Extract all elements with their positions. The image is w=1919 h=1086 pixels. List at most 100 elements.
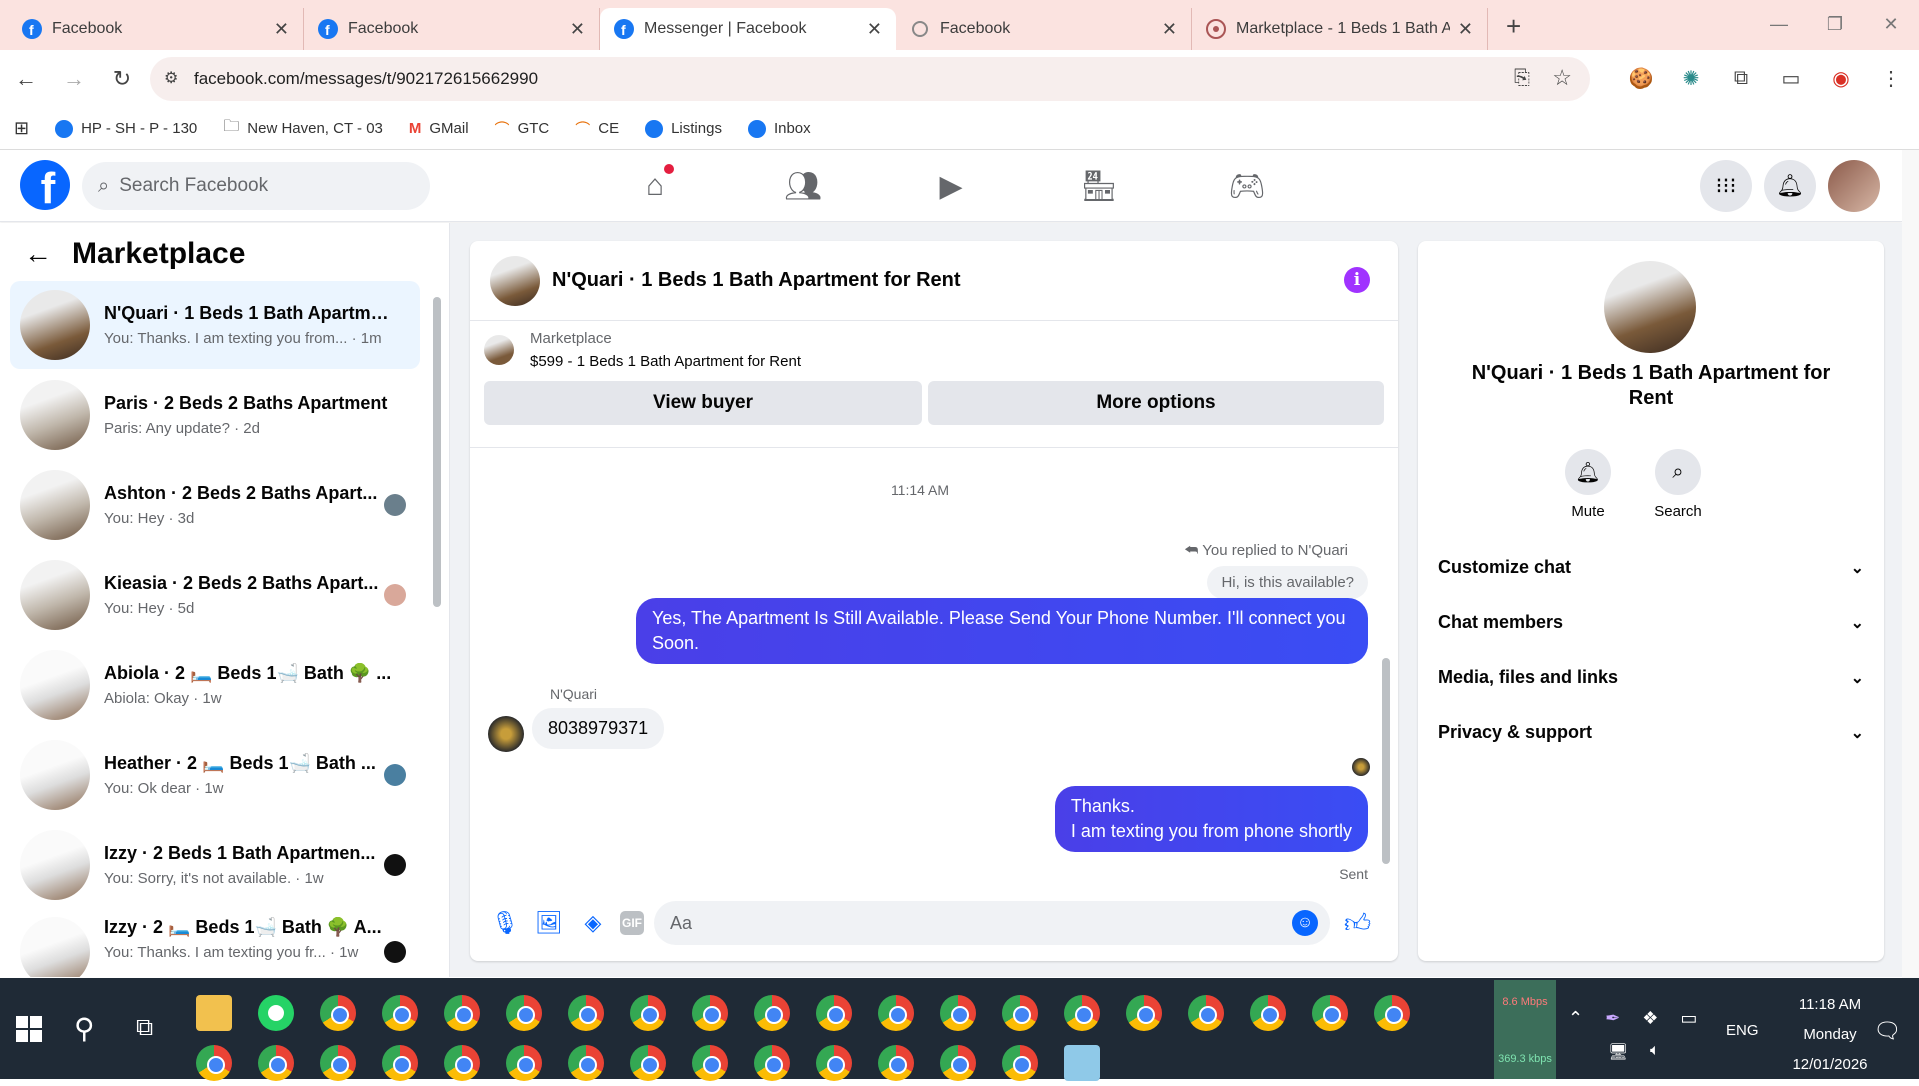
chrome-icon[interactable]: [878, 1045, 914, 1081]
language-indicator[interactable]: ENG: [1726, 1022, 1759, 1039]
conversation-item[interactable]: Izzy · 2 🛏️ Beds 1🛁 Bath 🌳 A... You: Than…: [10, 911, 420, 977]
scrollbar-thumb[interactable]: [1382, 658, 1390, 864]
bookmark-star-icon[interactable]: ☆: [1552, 65, 1572, 91]
close-tab-icon[interactable]: ✕: [1458, 19, 1473, 40]
chrome-icon[interactable]: [630, 995, 666, 1031]
scrollbar-thumb[interactable]: [433, 297, 441, 607]
bookmark-item[interactable]: Listings: [645, 119, 722, 138]
dropbox-icon[interactable]: ❖: [1642, 1008, 1658, 1029]
sidebar-scrollbar[interactable]: [432, 287, 442, 967]
details-avatar[interactable]: [1604, 261, 1696, 353]
chrome-icon[interactable]: [382, 1045, 418, 1081]
file-explorer-icon[interactable]: [196, 995, 232, 1031]
windows-start-icon[interactable]: [16, 1016, 42, 1042]
chrome-icon[interactable]: [1312, 995, 1348, 1031]
outgoing-message[interactable]: Yes, The Apartment Is Still Available. P…: [636, 598, 1368, 664]
page-scrollbar[interactable]: [1902, 150, 1919, 978]
messages-scrollbar[interactable]: [1380, 448, 1392, 884]
conversation-item[interactable]: Izzy · 2 Beds 1 Bath Apartmen... You: Sor…: [10, 821, 420, 909]
search-button[interactable]: ⌕ Search: [1638, 449, 1718, 520]
account-avatar[interactable]: [1828, 160, 1880, 212]
conversation-item[interactable]: N'Quari · 1 Beds 1 Bath Apartme... You: T…: [10, 281, 420, 369]
video-icon[interactable]: ▶: [906, 162, 996, 210]
close-window-icon[interactable]: ✕: [1863, 0, 1919, 48]
close-tab-icon[interactable]: ✕: [867, 19, 882, 40]
chrome-icon[interactable]: [630, 1045, 666, 1081]
incoming-message[interactable]: 8038979371: [532, 708, 665, 749]
bookmark-item[interactable]: ⌒ GTC: [495, 118, 550, 139]
marketplace-icon[interactable]: 🏪︎: [1054, 162, 1144, 210]
restore-icon[interactable]: ❐: [1807, 0, 1863, 48]
address-bar[interactable]: ⚙ facebook.com/messages/t/90217261566299…: [150, 57, 1590, 101]
puzzle-icon[interactable]: ⧉: [1727, 64, 1755, 92]
chrome-icon[interactable]: [568, 1045, 604, 1081]
chrome-icon[interactable]: [320, 995, 356, 1031]
chrome-icon[interactable]: [1002, 1045, 1038, 1081]
close-tab-icon[interactable]: ✕: [1162, 19, 1177, 40]
message-input[interactable]: Aa ☺: [654, 901, 1330, 945]
chrome-icon[interactable]: [444, 1045, 480, 1081]
chevron-up-icon[interactable]: ⌃: [1568, 1008, 1583, 1029]
bookmark-item[interactable]: HP - SH - P - 130: [55, 119, 197, 138]
browser-tab[interactable]: f Facebook ✕: [8, 8, 304, 50]
bookmark-item[interactable]: 🗀 New Haven, CT - 03: [223, 115, 383, 142]
browser-tab-active[interactable]: f Messenger | Facebook ✕: [600, 8, 896, 50]
quoted-message[interactable]: Hi, is this available?: [1207, 566, 1368, 599]
chrome-icon[interactable]: [940, 995, 976, 1031]
chrome-icon[interactable]: [1064, 995, 1100, 1031]
chrome-icon[interactable]: [1250, 995, 1286, 1031]
minimize-icon[interactable]: —: [1751, 0, 1807, 48]
view-buyer-button[interactable]: View buyer: [484, 381, 922, 425]
chrome-icon[interactable]: [1374, 995, 1410, 1031]
menu-icon[interactable]: ⋮: [1877, 64, 1905, 92]
customize-chat-row[interactable]: Customize chat ⌄: [1438, 557, 1864, 578]
site-info-icon[interactable]: ⚙: [164, 68, 178, 88]
apps-grid-icon[interactable]: ⊞: [14, 118, 29, 139]
browser-tab[interactable]: Marketplace - 1 Beds 1 Bath Ap ✕: [1192, 8, 1488, 50]
chrome-icon[interactable]: [444, 995, 480, 1031]
chrome-icon[interactable]: [692, 1045, 728, 1081]
conversation-item[interactable]: Paris · 2 Beds 2 Baths Apartment Paris: A…: [10, 371, 420, 459]
chrome-icon[interactable]: [382, 995, 418, 1031]
chat-title[interactable]: N'Quari · 1 Beds 1 Bath Apartment for Re…: [552, 269, 961, 292]
chrome-icon[interactable]: [258, 1045, 294, 1081]
chrome-icon[interactable]: [568, 995, 604, 1031]
gaming-icon[interactable]: 🎮︎: [1202, 162, 1292, 210]
chrome-icon[interactable]: [506, 995, 542, 1031]
browser-tab[interactable]: f Facebook ✕: [304, 8, 600, 50]
extension-icon[interactable]: ✺: [1677, 64, 1705, 92]
conversation-item[interactable]: Abiola · 2 🛏️ Beds 1🛁 Bath 🌳 ... Abiola: …: [10, 641, 420, 729]
outgoing-message[interactable]: Thanks. I am texting you from phone shor…: [1054, 786, 1368, 852]
back-arrow-icon[interactable]: ←: [24, 238, 52, 270]
chrome-icon[interactable]: [1126, 995, 1162, 1031]
chrome-icon[interactable]: [1002, 995, 1038, 1031]
volume-icon[interactable]: 🔈︎: [1650, 1042, 1660, 1060]
conversation-item[interactable]: Heather · 2 🛏️ Beds 1🛁 Bath ... You: Ok d…: [10, 731, 420, 819]
taskbar-search-icon[interactable]: ⚲: [74, 1012, 95, 1045]
photo-icon[interactable]: 🖼︎: [532, 906, 566, 940]
close-tab-icon[interactable]: ✕: [570, 19, 585, 40]
facebook-search-input[interactable]: ⌕ Search Facebook: [82, 162, 430, 210]
home-icon[interactable]: ⌂: [610, 162, 700, 210]
listing-title[interactable]: $599 - 1 Beds 1 Bath Apartment for Rent: [530, 353, 801, 370]
chrome-icon[interactable]: [878, 995, 914, 1031]
bookmark-item[interactable]: ⌒ CE: [575, 118, 619, 139]
chrome-icon[interactable]: [816, 995, 852, 1031]
profile-icon[interactable]: ◉: [1827, 64, 1855, 92]
browser-tab[interactable]: Facebook ✕: [896, 8, 1192, 50]
microphone-icon[interactable]: 🎙︎: [488, 906, 522, 940]
chrome-icon[interactable]: [196, 1045, 232, 1081]
chrome-icon[interactable]: [754, 1045, 790, 1081]
chat-members-row[interactable]: Chat members ⌄: [1438, 612, 1864, 633]
notifications-icon[interactable]: 🗨︎: [1873, 1018, 1901, 1044]
network-icon[interactable]: 🖥︎: [1608, 1042, 1628, 1062]
facebook-logo-icon[interactable]: f: [20, 160, 70, 210]
menu-grid-icon[interactable]: ⁝⁝⁝: [1700, 160, 1752, 212]
chrome-icon[interactable]: [754, 995, 790, 1031]
bookmark-item[interactable]: Inbox: [747, 119, 811, 138]
more-options-button[interactable]: More options: [928, 381, 1384, 425]
close-tab-icon[interactable]: ✕: [274, 19, 289, 40]
bookmark-item[interactable]: M GMail: [409, 120, 469, 137]
feather-icon[interactable]: ✒: [1605, 1008, 1620, 1029]
chrome-icon[interactable]: [506, 1045, 542, 1081]
